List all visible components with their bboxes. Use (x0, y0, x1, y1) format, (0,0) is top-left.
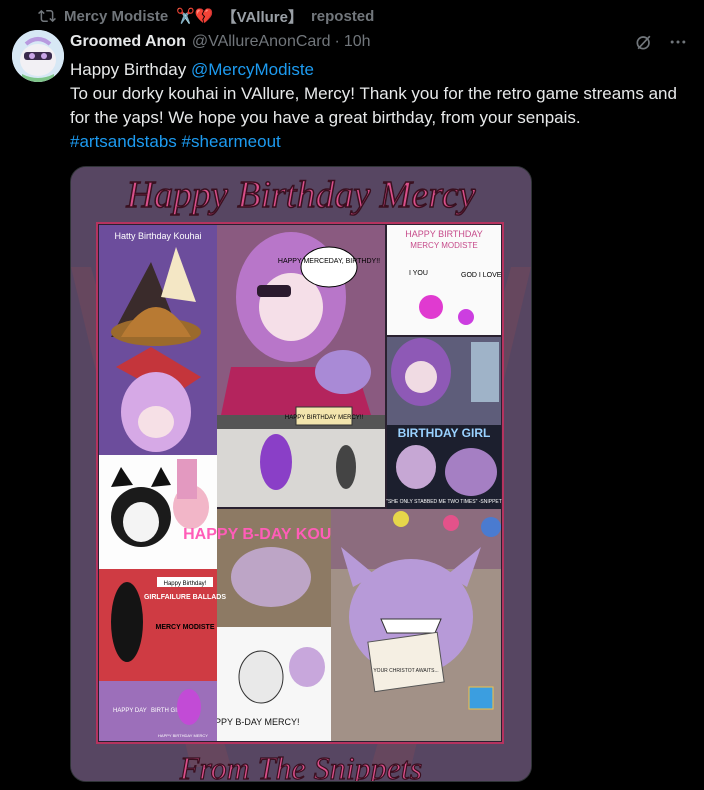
god-love: GOD I LOVE (461, 272, 502, 279)
tweet-hashtags: #artsandstabs #shearmeout (70, 130, 690, 154)
poster-mercy: MERCY MODISTE (156, 624, 215, 631)
more-icon[interactable] (668, 32, 688, 52)
hashtag-link[interactable]: #shearmeout (182, 132, 281, 151)
author-name[interactable]: Groomed Anon (70, 33, 186, 51)
banner-bottom: From The Snippets (179, 750, 422, 781)
mention-link[interactable]: @MercyModiste (191, 60, 314, 79)
repost-label: reposted (310, 7, 375, 25)
hb-title: HAPPY BIRTHDAY (405, 229, 483, 239)
repost-tag: 【VAllure】 (221, 8, 303, 26)
tweet-line-1: Happy Birthday @MercyModiste (70, 58, 690, 82)
happy-day: HAPPY DAY (113, 708, 147, 714)
repost-emoji: ✂️💔 (176, 8, 214, 25)
hashtag-link[interactable]: #artsandstabs (70, 132, 177, 151)
tweet-greeting: Happy Birthday (70, 60, 191, 79)
avatar[interactable] (12, 30, 64, 82)
footer-small: HAPPY BIRTHDAY MERCY (158, 733, 208, 738)
header-actions (634, 32, 688, 52)
timestamp[interactable]: 10h (344, 33, 371, 51)
grok-icon[interactable] (634, 32, 654, 52)
repost-context[interactable]: Mercy Modiste ✂️💔 【VAllure】 reposted (38, 6, 374, 26)
caption-quote: "SHE ONLY STABBED ME TWO TIMES" -SNIPPET (386, 499, 502, 505)
poster-hb: Happy Birthday! (164, 581, 207, 587)
separator: · (334, 33, 340, 50)
author-handle[interactable]: @VAllureAnonCard (192, 33, 331, 51)
bday-mercy: HAPPY B-DAY MERCY! (202, 717, 299, 727)
tweet-text: Happy Birthday @MercyModiste To our dork… (70, 58, 690, 154)
birthday-girl: BIRTHDAY GIRL (398, 426, 491, 440)
i-you: I YOU (409, 270, 428, 277)
repost-user[interactable]: Mercy Modiste (64, 8, 168, 25)
hb-sub: MERCY MODISTE (410, 241, 477, 250)
avatar-image (12, 30, 64, 82)
card-text: YOUR CHRISTOT AWAITS... (373, 668, 438, 674)
speech-bubble: HAPPY MERCEDAY, BIRTHDY!! (278, 258, 380, 265)
banner-top: Happy Birthday Mercy (126, 174, 476, 216)
birthday-sign: HAPPY BIRTHDAY MERCY!! (285, 415, 364, 421)
poster-girlfailure: GIRLFAILURE BALLADS (144, 594, 226, 601)
tweet-header: Groomed Anon @VAllureAnonCard · 10h (70, 31, 688, 53)
media-image[interactable]: Happy Birthday Mercy Hatty Birthday Kouh… (70, 166, 532, 782)
panel-hatty-title: Hatty Birthday Kouhai (114, 231, 201, 241)
tweet-body: To our dorky kouhai in VAllure, Mercy! T… (70, 84, 677, 127)
repost-icon (38, 9, 56, 23)
